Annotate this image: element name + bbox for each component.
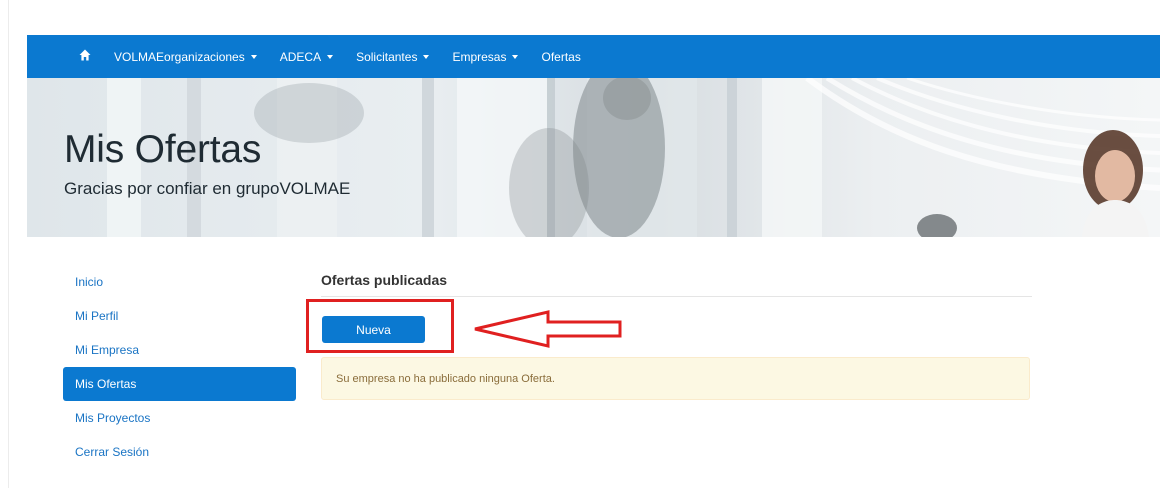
nav-item-ofertas[interactable]: Ofertas: [541, 50, 580, 64]
page-edge-line: [8, 0, 9, 488]
sidebar-item-mis-proyectos[interactable]: Mis Proyectos: [63, 401, 296, 435]
section-divider: [321, 296, 1032, 297]
page-title: Mis Ofertas: [64, 128, 262, 171]
nav-item-label: Empresas: [452, 49, 507, 64]
nav-menu: VOLMAEorganizaciones ADECA Solicitantes …: [114, 35, 604, 78]
sidebar-item-mi-perfil[interactable]: Mi Perfil: [63, 299, 296, 333]
nav-item-empresas[interactable]: Empresas: [452, 49, 519, 64]
nav-item-solicitantes[interactable]: Solicitantes: [356, 49, 430, 64]
home-icon[interactable]: [79, 48, 91, 62]
page-subtitle: Gracias por confiar en grupoVOLMAE: [64, 179, 351, 198]
sidebar-item-inicio[interactable]: Inicio: [63, 265, 296, 299]
top-navbar: VOLMAEorganizaciones ADECA Solicitantes …: [27, 35, 1160, 78]
sidebar-item-cerrar-sesion[interactable]: Cerrar Sesión: [63, 435, 296, 469]
annotation-highlight-box: [306, 299, 454, 353]
caret-down-icon: [512, 54, 519, 59]
annotation-arrow-icon: [474, 310, 622, 348]
empty-offers-alert: Su empresa no ha publicado ninguna Ofert…: [321, 357, 1030, 400]
nav-item-label: Solicitantes: [356, 49, 418, 64]
nav-item-label: Ofertas: [541, 49, 581, 64]
nav-item-volmaeorganizaciones[interactable]: VOLMAEorganizaciones: [114, 50, 257, 64]
caret-down-icon: [327, 54, 334, 59]
sidebar-menu: Inicio Mi Perfil Mi Empresa Mis Ofertas …: [63, 265, 296, 469]
sidebar-item-mi-empresa[interactable]: Mi Empresa: [63, 333, 296, 367]
sidebar-item-mis-ofertas[interactable]: Mis Ofertas: [63, 367, 296, 401]
nav-item-label: VOLMAEorganizaciones: [114, 49, 245, 64]
offers-panel: Ofertas publicadas Nueva Su empresa no h…: [321, 270, 1032, 400]
nav-item-adeca[interactable]: ADECA: [279, 49, 334, 64]
hero-banner: Mis Ofertas Gracias por confiar en grupo…: [27, 78, 1160, 237]
caret-down-icon: [423, 54, 430, 59]
section-title: Ofertas publicadas: [321, 272, 448, 288]
caret-down-icon: [250, 54, 257, 59]
nav-item-label: ADECA: [279, 49, 322, 64]
